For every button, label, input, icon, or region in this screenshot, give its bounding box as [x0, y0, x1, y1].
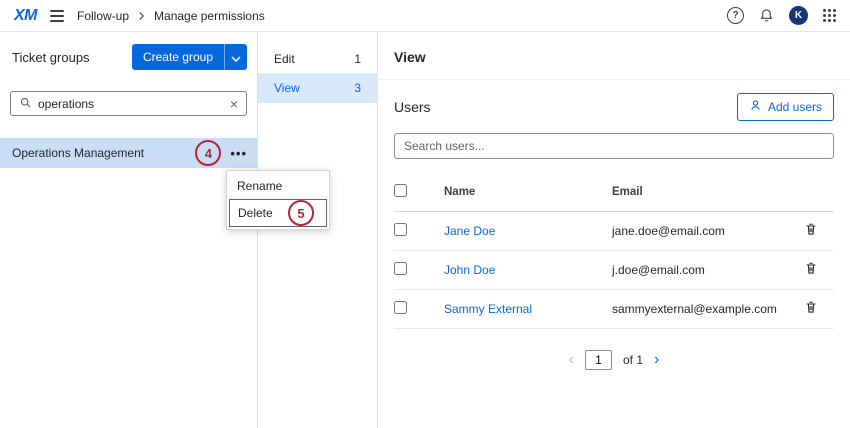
create-group-dropdown-button[interactable]: [224, 44, 247, 70]
table-row: John Doe j.doe@email.com: [394, 250, 834, 290]
panel-title: Ticket groups: [12, 49, 90, 65]
table-row: Sammy External sammyexternal@example.com: [394, 289, 834, 329]
group-search-input[interactable]: [38, 96, 224, 111]
column-header-name: Name: [444, 176, 612, 212]
user-name-link[interactable]: Sammy External: [444, 302, 532, 316]
hamburger-menu-icon[interactable]: [50, 9, 64, 22]
user-email: sammyexternal@example.com: [612, 289, 804, 329]
permissions-list-panel: Edit 1 View 3: [258, 32, 378, 428]
user-name-link[interactable]: Jane Doe: [444, 224, 495, 238]
row-checkbox[interactable]: [394, 262, 407, 275]
user-search-input[interactable]: [394, 133, 834, 159]
delete-user-button[interactable]: [804, 222, 818, 240]
user-name-link[interactable]: John Doe: [444, 263, 495, 277]
step-annotation-4: 4: [195, 140, 222, 166]
chevron-down-icon: [231, 50, 241, 65]
permission-count: 3: [354, 81, 361, 95]
trash-icon: [804, 223, 818, 240]
users-section-title: Users: [394, 99, 431, 115]
step-annotation-5: 5: [288, 200, 314, 226]
menu-item-delete[interactable]: Delete 5: [229, 199, 327, 227]
group-list-item[interactable]: Operations Management 4 •••: [0, 138, 257, 168]
row-checkbox[interactable]: [394, 223, 407, 236]
page-number-input[interactable]: [584, 350, 612, 370]
notifications-bell-icon[interactable]: [759, 8, 774, 23]
add-users-button[interactable]: Add users: [736, 93, 834, 121]
column-header-email: Email: [612, 176, 804, 212]
user-avatar[interactable]: K: [789, 6, 808, 25]
page-title: View: [378, 32, 850, 80]
permission-item-view[interactable]: View 3: [258, 74, 377, 103]
add-users-label: Add users: [767, 100, 822, 114]
permission-label: View: [274, 81, 300, 95]
breadcrumb: Follow-up Manage permissions: [77, 9, 265, 23]
group-options-ellipsis-icon[interactable]: •••: [230, 146, 247, 161]
breadcrumb-section[interactable]: Follow-up: [77, 9, 129, 23]
delete-label: Delete: [238, 206, 273, 220]
view-permission-panel: View Users Add users Name Email: [378, 32, 850, 428]
select-all-checkbox[interactable]: [394, 184, 407, 197]
search-icon: [19, 96, 32, 112]
group-context-menu: Rename Delete 5: [226, 170, 330, 230]
delete-user-button[interactable]: [804, 261, 818, 279]
breadcrumb-page: Manage permissions: [154, 8, 265, 23]
help-icon[interactable]: ?: [727, 7, 744, 24]
users-table: Name Email Jane Doe jane.doe@email.com J…: [394, 176, 834, 329]
user-email: j.doe@email.com: [612, 250, 804, 290]
ticket-groups-panel: Ticket groups Create group × Operations …: [0, 32, 258, 428]
group-name: Operations Management: [12, 146, 145, 160]
pagination-prev-icon[interactable]: ‹: [569, 351, 574, 369]
create-group-split-button: Create group: [131, 44, 247, 70]
user-email: jane.doe@email.com: [612, 211, 804, 251]
trash-icon: [804, 301, 818, 318]
pagination: ‹ of 1 ›: [378, 350, 850, 370]
permission-item-edit[interactable]: Edit 1: [258, 45, 377, 74]
row-checkbox[interactable]: [394, 301, 407, 314]
group-search-box: ×: [10, 91, 247, 116]
xm-logo: XM: [14, 6, 38, 24]
delete-user-button[interactable]: [804, 300, 818, 318]
clear-search-icon[interactable]: ×: [230, 97, 238, 111]
create-group-button[interactable]: Create group: [131, 44, 224, 70]
permission-count: 1: [354, 52, 361, 66]
table-row: Jane Doe jane.doe@email.com: [394, 211, 834, 251]
pagination-next-icon[interactable]: ›: [654, 351, 659, 369]
person-icon: [749, 99, 762, 115]
page-count-label: of 1: [622, 353, 643, 367]
table-header-row: Name Email: [394, 176, 834, 212]
menu-item-rename[interactable]: Rename: [229, 173, 327, 199]
top-bar: XM Follow-up Manage permissions ? K: [0, 0, 850, 32]
apps-grid-icon[interactable]: [823, 9, 836, 22]
trash-icon: [804, 262, 818, 279]
breadcrumb-chevron-icon: [138, 11, 145, 21]
permission-label: Edit: [274, 52, 295, 66]
